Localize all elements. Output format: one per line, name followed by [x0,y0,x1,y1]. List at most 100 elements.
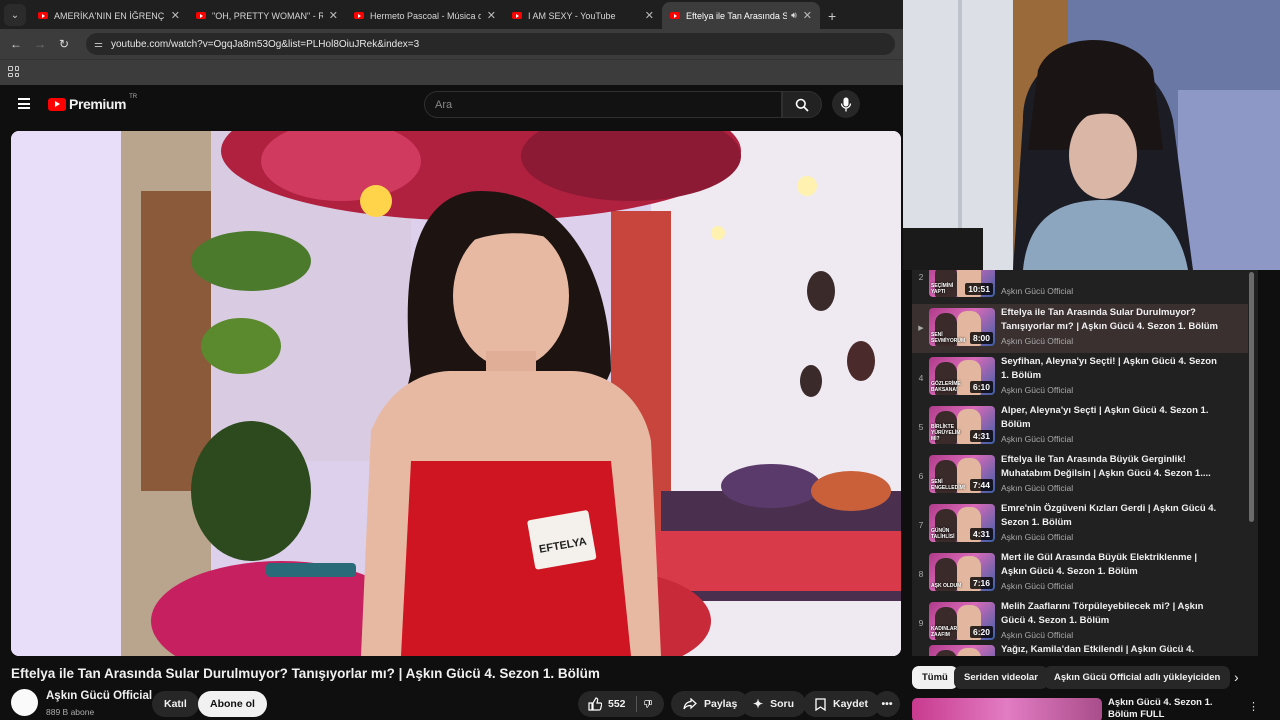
speaker-icon[interactable]: 🔊︎ [791,10,797,21]
playlist-thumbnail: SEÇİMİNİ YAPTI 10:51 [929,270,995,297]
thumb-caption: SENİ SEVMİYORUM [931,332,966,344]
browser-tab-1[interactable]: AMERİKA'NIN EN İĞRENÇ PRO ✕ [30,2,188,29]
duration-badge: 7:16 [969,577,993,589]
more-horizontal-icon[interactable]: ••• [874,691,900,717]
playlist-index: 7 [918,520,924,530]
webcam-overlay [903,0,1280,270]
playlist-index: 6 [918,471,924,481]
playlist-item[interactable]: 7 GÜNÜN TALİHLİSİ 4:31 Emre'nin Özgüveni … [912,500,1248,549]
thumb-caption: AŞK OLDUM [931,583,962,589]
playlist-item[interactable]: 4 GÖZLERİME BAKSANA! 6:10 Seyfihan, Aleyn… [912,353,1248,402]
playlist-thumbnail [929,645,995,656]
search-icon [795,98,809,112]
reload-icon[interactable]: ↻ [52,37,76,51]
video-frame-image: EFTELYA [11,131,901,656]
address-bar-row: ← → ↻ ⚌ youtube.com/watch?v=OgqJa8m53Og&… [0,29,903,59]
filter-chips: Tümü Seriden videolar Aşkın Gücü Officia… [912,666,1280,690]
close-icon[interactable]: ✕ [171,9,180,22]
playlist-item-current[interactable]: ▶ SENİ SEVMİYORUM 8:00 Eftelya ile Tan Ar… [912,304,1248,353]
playlist-item[interactable]: 5 BİRLİKTE YÜRÜYELİM Mİ? 4:31 Alper, Aley… [912,402,1248,451]
ask-button[interactable]: ✦ Soru [741,691,806,717]
close-icon[interactable]: ✕ [487,9,496,22]
browser-tab-2[interactable]: "OH, PRETTY WOMAN" - Roy O ✕ [188,2,346,29]
playlist-title: Seyfihan, Aleyna'yı Seçti! | Aşkın Gücü … [1001,356,1217,381]
playlist-channel: Aşkın Gücü Official [1001,581,1074,591]
tab-title: I AM SEXY - YouTube [528,10,616,21]
playlist-item[interactable]: 2 SEÇİMİNİ YAPTI 10:51 Aşkın Gücü Officia… [912,270,1248,304]
youtube-favicon-icon [196,12,206,19]
thumbs-up-icon [588,697,602,711]
browser-tab-4[interactable]: I AM SEXY - YouTube ✕ [504,2,662,29]
sparkle-icon: ✦ [753,697,764,711]
voice-search-button[interactable] [832,90,860,118]
close-icon[interactable]: ✕ [329,9,338,22]
tab-title: Eftelya ile Tan Arasında Sular [686,10,788,21]
channel-name[interactable]: Aşkın Gücü Official [46,690,152,702]
playlist-title: Eftelya ile Tan Arasında Büyük Gerginlik… [1001,454,1211,479]
playlist-index: 5 [918,422,924,432]
share-button[interactable]: Paylaş [671,691,750,717]
playlist-thumbnail: KADINLAR ZAAFIM 6:20 [929,602,995,640]
playlist-title: Yağız, Kamila'dan Etkilendi | Aşkın Gücü… [1001,644,1195,655]
playlist-channel: Aşkın Gücü Official [1001,483,1074,493]
recommended-video[interactable]: Aşkın Gücü 4. Sezon 1. Bölüm FULL ⋮ [912,696,1259,720]
browser-tab-5-active[interactable]: Eftelya ile Tan Arasında Sular 🔊︎ ✕ [662,2,820,29]
playlist-item[interactable]: Yağız, Kamila'dan Etkilendi | Aşkın Gücü… [912,641,1248,656]
mic-icon [840,97,852,111]
tab-search-chevron-down-icon[interactable]: ⌄ [4,4,26,26]
search-button[interactable] [782,91,822,118]
url-field[interactable]: ⚌ youtube.com/watch?v=OgqJa8m53Og&list=P… [86,33,895,55]
playlist-channel: Aşkın Gücü Official [1001,630,1074,640]
share-icon [683,698,697,710]
new-tab-plus-icon[interactable]: + [828,8,836,24]
join-button[interactable]: Katıl [152,691,199,717]
playlist-item[interactable]: 8 AŞK OLDUM 7:16 Mert ile Gül Arasında Bü… [912,549,1248,598]
like-button[interactable]: 552 [588,697,626,711]
playlist-item[interactable]: 9 KADINLAR ZAAFIM 6:20 Melih Zaaflarını T… [912,598,1248,647]
duration-badge: 6:20 [969,626,993,638]
site-info-tune-icon[interactable]: ⚌ [94,39,103,50]
tab-title: Hermeto Pascoal - Música da L [370,10,481,21]
playlist-title: Emre'nin Özgüveni Kızları Gerdi | Aşkın … [1001,503,1217,528]
recommended-title: Aşkın Gücü 4. Sezon 1. Bölüm FULL [1108,697,1213,720]
duration-badge: 6:10 [969,381,993,393]
playlist-channel: Aşkın Gücü Official [1001,286,1074,296]
video-player[interactable]: EFTELYA [11,131,901,656]
share-label: Paylaş [704,698,738,710]
youtube-premium-logo[interactable]: Premium TR [48,94,137,112]
playlist-index: 9 [918,618,924,628]
playlist-thumbnail: GÖZLERİME BAKSANA! 6:10 [929,357,995,395]
duration-badge: 7:44 [969,479,993,491]
chip-all[interactable]: Tümü [912,666,958,689]
playlist-thumbnail: SENİ SEVMİYORUM 8:00 [929,308,995,346]
search-input[interactable]: Ara [424,91,782,118]
chevron-right-icon[interactable]: › [1234,669,1239,685]
forward-arrow-icon[interactable]: → [28,37,52,51]
playlist-thumbnail: GÜNÜN TALİHLİSİ 4:31 [929,504,995,542]
thumbs-down-icon[interactable] [644,697,652,711]
webcam-image [903,0,1280,270]
close-icon[interactable]: ✕ [645,9,654,22]
more-vertical-icon[interactable]: ⋮ [1248,700,1259,713]
duration-badge: 10:51 [965,283,993,295]
subscribe-button[interactable]: Abone ol [198,691,267,717]
chip-series-videos[interactable]: Seriden videolar [954,666,1048,689]
playlist-channel: Aşkın Gücü Official [1001,532,1074,542]
playlist-scrollbar[interactable] [1249,272,1254,522]
logo-text: Premium [69,96,127,112]
close-icon[interactable]: ✕ [803,9,812,22]
chip-uploader[interactable]: Aşkın Gücü Official adlı yükleyiciden [1044,666,1231,689]
playlist-item[interactable]: 6 SENİ ENGELLEDİM! 7:44 Eftelya ile Tan A… [912,451,1248,500]
channel-avatar[interactable] [11,689,38,716]
save-button[interactable]: Kaydet [803,691,881,717]
apps-grid-icon[interactable] [8,66,19,77]
thumb-caption: GÖZLERİME BAKSANA! [931,381,961,393]
browser-tab-3[interactable]: Hermeto Pascoal - Música da L ✕ [346,2,504,29]
hamburger-menu-icon[interactable] [18,98,30,109]
back-arrow-icon[interactable]: ← [4,37,28,51]
playlist-thumbnail: BİRLİKTE YÜRÜYELİM Mİ? 4:31 [929,406,995,444]
save-label: Kaydet [833,698,869,710]
youtube-favicon-icon [512,12,522,19]
thumb-caption: KADINLAR ZAAFIM [931,626,958,638]
playlist-title: Mert ile Gül Arasında Büyük Elektriklenm… [1001,552,1198,577]
